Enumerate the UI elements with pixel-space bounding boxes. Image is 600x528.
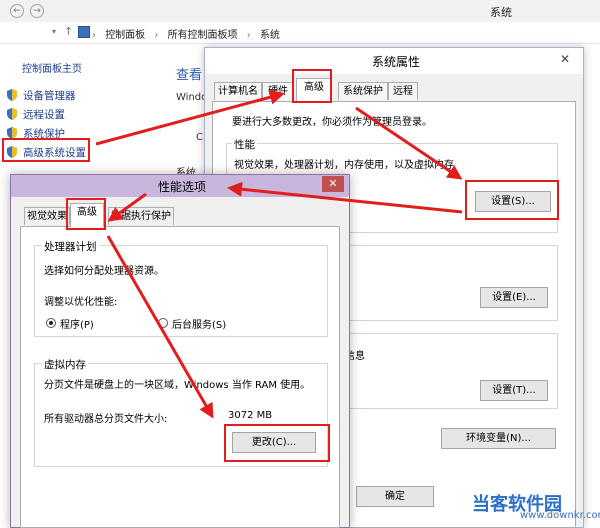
- arrow-tab-to-change-button: [106, 235, 214, 419]
- arrow-title-to-advanced-tab: [107, 192, 147, 222]
- arrow-tab-to-settings: [355, 106, 463, 180]
- arrow-settings-to-perf-options: [227, 181, 463, 214]
- watermark-url: www.downkr.com: [520, 510, 600, 521]
- annotation-arrows: [95, 89, 463, 419]
- arrow-sidebar-to-advanced-tab: [95, 89, 285, 146]
